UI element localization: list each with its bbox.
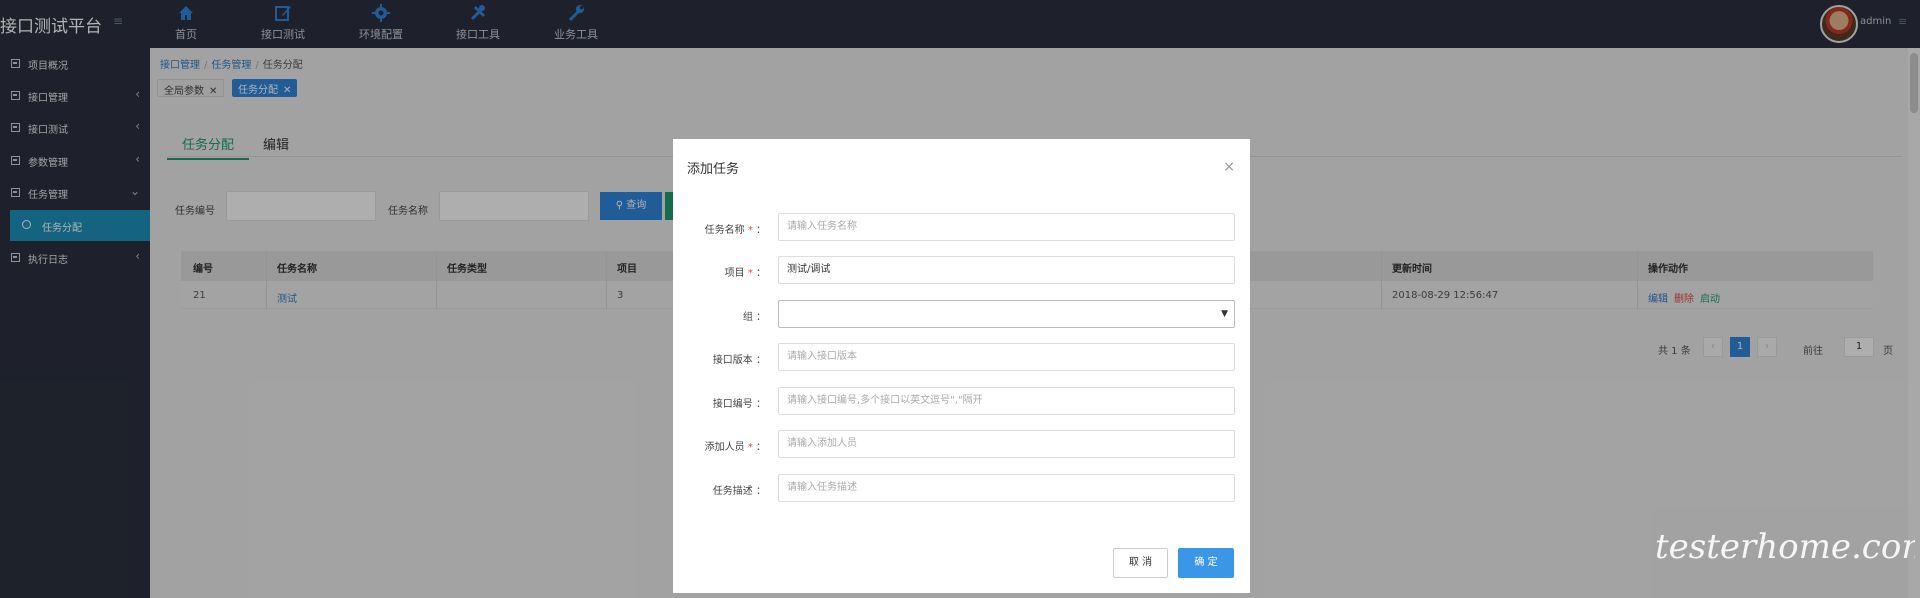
- dialog-title: 添加任务: [687, 162, 740, 177]
- confirm-button[interactable]: 确 定: [1178, 548, 1234, 578]
- label-text: 任务名称: [704, 225, 745, 236]
- add-task-dialog: 添加任务 × 任务名称 * ： 请输入任务名称 项目 * ： 测试/调试 组 ：…: [673, 139, 1250, 593]
- group-select[interactable]: ▼: [778, 300, 1235, 328]
- label-text: 组: [742, 312, 753, 323]
- required-mark: *: [747, 268, 753, 279]
- field-label-api-no: 接口编号 ：: [712, 399, 766, 410]
- label-text: 项目: [724, 268, 745, 279]
- field-label-task-name: 任务名称 * ：: [704, 225, 766, 236]
- add-person-field[interactable]: 请输入添加人员: [778, 430, 1235, 458]
- field-label-task-desc: 任务描述 ：: [712, 486, 766, 497]
- api-version-field[interactable]: 请输入接口版本: [778, 343, 1235, 371]
- field-label-project: 项目 * ：: [724, 268, 766, 279]
- required-mark: *: [747, 442, 753, 453]
- label-text: 接口编号: [712, 399, 753, 410]
- field-label-group: 组 ：: [742, 312, 766, 323]
- api-no-field[interactable]: 请输入接口编号,多个接口以英文逗号","隔开: [778, 387, 1235, 415]
- task-desc-field[interactable]: 请输入任务描述: [778, 474, 1235, 502]
- required-mark: *: [747, 225, 753, 236]
- cancel-button[interactable]: 取 消: [1113, 548, 1168, 578]
- label-text: 任务描述: [712, 486, 753, 497]
- project-field[interactable]: 测试/调试: [778, 256, 1235, 284]
- select-caret-icon: ▼: [1221, 309, 1228, 319]
- close-icon[interactable]: ×: [1223, 159, 1235, 175]
- watermark: testerhome.com: [1655, 502, 1915, 572]
- field-label-api-version: 接口版本 ：: [712, 355, 766, 366]
- field-label-add-person: 添加人员 * ：: [704, 442, 766, 453]
- label-text: 接口版本: [712, 355, 753, 366]
- svg-text:testerhome.com: testerhome.com: [1655, 527, 1915, 567]
- task-name-field[interactable]: 请输入任务名称: [778, 213, 1235, 241]
- watermark-logo: testerhome.com: [1655, 527, 1915, 567]
- label-text: 添加人员: [704, 442, 745, 453]
